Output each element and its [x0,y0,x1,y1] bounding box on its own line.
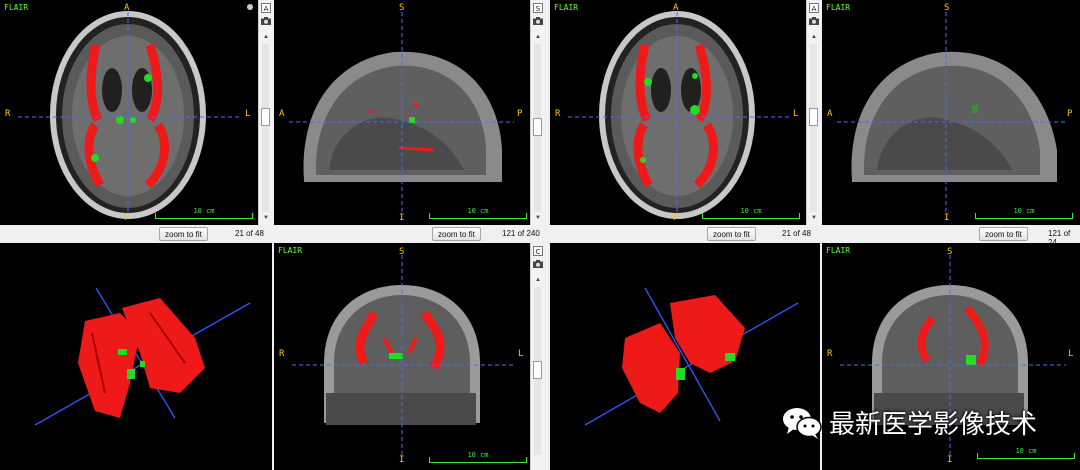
sagittal-view-left[interactable]: S I A P 10 cm [274,0,530,225]
camera-icon[interactable] [261,17,271,25]
scale-ruler: 10 cm [702,207,800,219]
orient-superior: S [944,3,950,13]
orient-right: R [827,349,833,359]
scroll-up-arrow[interactable]: ▲ [810,33,818,41]
3d-render-view-right[interactable] [550,243,820,470]
scroll-up-arrow[interactable]: ▲ [534,276,542,284]
scale-ruler: 10 cm [429,207,527,219]
zoom-to-fit-button[interactable]: zoom to fit [159,227,208,241]
orient-inferior: I [399,455,405,465]
orient-left: L [793,109,799,119]
orient-posterior: P [124,213,130,223]
orient-right: R [279,349,285,359]
scroll-up-arrow[interactable]: ▲ [262,33,270,41]
scale-ruler: 10 cm [155,207,253,219]
slice-counter: 21 of 48 [235,229,264,238]
3d-lesion-render [584,287,799,426]
orient-right: R [555,109,561,119]
orient-posterior: P [1067,109,1073,119]
view-toggle-button[interactable]: S [533,3,543,13]
orient-inferior: I [947,455,953,465]
axial-sidebar-right: A ▲ ▼ [806,0,821,225]
orient-inferior: I [944,213,950,223]
orient-posterior: P [517,109,523,119]
scale-ruler: 10 cm [977,447,1075,459]
scroll-track[interactable] [810,44,817,212]
orient-superior: S [399,247,405,257]
sagittal-status-bar-right: zoom to fit 121 of 24 [822,225,1080,247]
axial-status-bar-left: zoom to fit 21 of 48 [0,225,272,242]
orient-right: R [5,109,11,119]
view-toggle-button[interactable]: A [809,3,819,13]
zoom-to-fit-button[interactable]: zoom to fit [707,227,756,241]
wechat-icon [783,407,822,439]
sequence-label: FLAIR [278,246,303,255]
axial-scan-image [568,11,790,219]
orient-anterior: A [673,3,679,13]
coronal-view-left[interactable]: FLAIR S I R L 10 cm [274,243,530,470]
orient-left: L [245,109,251,119]
orient-anterior: A [279,109,285,119]
scale-ruler: 10 cm [429,451,527,463]
scroll-down-arrow[interactable]: ▼ [534,214,542,222]
orient-left: L [1068,349,1074,359]
scroll-track[interactable] [262,44,269,212]
sagittal-view-right[interactable]: FLAIR S I A P 10 cm [822,0,1080,225]
3d-render-view-left[interactable] [0,243,272,470]
sagittal-status-bar-left: zoom to fit 121 of 240 [274,225,546,242]
axial-view-right[interactable]: FLAIR A P R L 10 cm [550,0,806,225]
3d-lesion-render [34,287,251,426]
coronal-sidebar-left: C ▲ [530,243,545,470]
sagittal-scan-image [837,12,1067,215]
scroll-down-arrow[interactable]: ▼ [262,214,270,222]
sequence-label: FLAIR [826,246,851,255]
orient-superior: S [947,247,953,257]
zoom-to-fit-button[interactable]: zoom to fit [432,227,481,241]
axial-view-left[interactable]: FLAIR A P R L 10 cm [0,0,258,225]
axial-scan-image [18,11,242,219]
sequence-label: FLAIR [554,3,579,12]
scale-ruler: 10 cm [975,207,1073,219]
sagittal-sidebar-left: S ▲ ▼ [530,0,545,225]
scroll-thumb[interactable] [809,108,818,126]
axial-status-bar-right: zoom to fit 21 of 48 [550,225,820,242]
orient-inferior: I [399,213,405,223]
watermark: 最新医学影像技术 [781,404,1037,441]
scroll-thumb[interactable] [261,108,270,126]
orient-superior: S [399,3,405,13]
view-toggle-button[interactable]: C [533,246,543,256]
orient-anterior: A [827,109,833,119]
view-toggle-button[interactable]: A [261,3,271,13]
sagittal-scan-image [289,12,514,215]
close-icon[interactable] [247,4,253,10]
camera-icon[interactable] [809,17,819,25]
slice-counter: 121 of 240 [502,229,540,238]
camera-icon[interactable] [533,17,543,25]
sequence-label: FLAIR [826,3,851,12]
scroll-down-arrow[interactable]: ▼ [810,214,818,222]
watermark-text: 最新医学影像技术 [829,410,1038,440]
orient-anterior: A [124,3,130,13]
scroll-up-arrow[interactable]: ▲ [534,33,542,41]
slice-counter: 21 of 48 [782,229,811,238]
camera-icon[interactable] [533,260,543,268]
orient-left: L [518,349,524,359]
axial-sidebar-left: A ▲ ▼ [258,0,273,225]
sequence-label: FLAIR [4,3,29,12]
scroll-thumb[interactable] [533,118,542,136]
orient-posterior: P [673,213,679,223]
zoom-to-fit-button[interactable]: zoom to fit [979,227,1028,241]
coronal-scan-image [292,255,516,458]
scroll-thumb[interactable] [533,361,542,379]
